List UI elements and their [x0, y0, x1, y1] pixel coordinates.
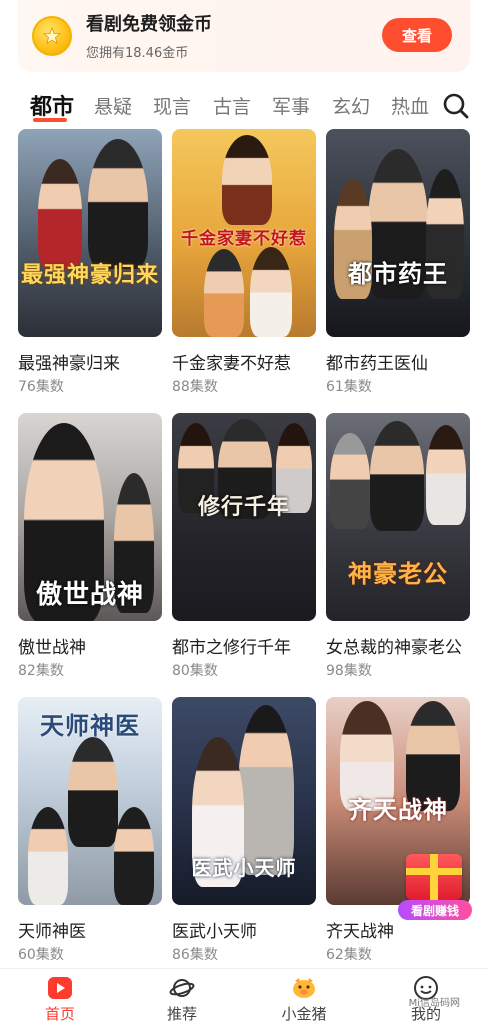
nav-label: 小金猪: [281, 1005, 327, 1023]
drama-poster[interactable]: 天师神医: [18, 697, 162, 905]
earn-money-badge[interactable]: 看剧赚钱: [398, 854, 472, 920]
gift-box-icon: [406, 854, 462, 900]
drama-poster[interactable]: 千金家妻不好惹: [172, 129, 316, 337]
tab-junshi[interactable]: 军事: [272, 92, 310, 119]
episode-count: 86集数: [172, 947, 218, 963]
planet-icon: [169, 979, 195, 997]
tab-xuanhuan[interactable]: 玄幻: [332, 92, 370, 119]
drama-title: 天师神医: [18, 922, 86, 942]
drama-poster[interactable]: 傲世战神: [18, 413, 162, 621]
drama-title: 傲世战神: [18, 638, 86, 658]
view-coins-button[interactable]: 查看: [382, 18, 452, 52]
drama-title: 千金家妻不好惹: [172, 354, 291, 374]
drama-title: 都市之修行千年: [172, 638, 291, 658]
episode-count: 60集数: [18, 947, 64, 963]
episode-count: 88集数: [172, 379, 218, 395]
poster-title-art: 医武小天师: [191, 856, 297, 880]
active-tab-indicator: [33, 118, 67, 122]
category-tabs: 都市 悬疑 现言 古言 军事 玄幻 热血: [0, 84, 488, 128]
nav-recommend[interactable]: 推荐: [142, 969, 222, 1024]
coin-icon: [32, 16, 72, 56]
drama-title: 都市药王医仙: [326, 354, 428, 374]
piggy-icon: [293, 978, 315, 998]
nav-label: 推荐: [166, 1005, 197, 1023]
coin-reward-banner[interactable]: 看剧免费领金币 您拥有18.46金币 查看: [18, 0, 470, 72]
earn-money-label: 看剧赚钱: [398, 900, 472, 920]
play-icon: [48, 977, 72, 999]
tab-dushi[interactable]: 都市: [30, 89, 74, 121]
drama-poster[interactable]: 修行千年: [172, 413, 316, 621]
poster-title-art: 神豪老公: [348, 559, 448, 588]
poster-title-art: 千金家妻不好惹: [181, 229, 307, 249]
tab-rexue[interactable]: 热血: [391, 92, 429, 119]
poster-title-art: 傲世战神: [35, 580, 144, 610]
poster-title-art: 修行千年: [197, 494, 290, 520]
episode-count: 61集数: [326, 379, 372, 395]
nav-home[interactable]: 首页: [20, 969, 100, 1024]
drama-poster[interactable]: 医武小天师: [172, 697, 316, 905]
poster-title-art: 天师神医: [40, 711, 140, 740]
episode-count: 82集数: [18, 663, 64, 679]
tab-guyan[interactable]: 古言: [213, 92, 251, 119]
episode-count: 76集数: [18, 379, 64, 395]
coin-balance: 您拥有18.46金币: [86, 46, 189, 61]
drama-poster[interactable]: 最强神豪归来: [18, 129, 162, 337]
episode-count: 98集数: [326, 663, 372, 679]
episode-count: 62集数: [326, 947, 372, 963]
drama-title: 最强神豪归来: [18, 354, 120, 374]
poster-title-art: 最强神豪归来: [20, 262, 159, 288]
poster-title-art: 齐天战神: [348, 795, 448, 824]
poster-title-art: 都市药王: [348, 259, 448, 288]
tab-xianyan[interactable]: 现言: [153, 92, 191, 119]
nav-piggy[interactable]: 小金猪: [264, 969, 344, 1024]
drama-title: 医武小天师: [172, 922, 257, 942]
episode-count: 80集数: [172, 663, 218, 679]
search-icon[interactable]: [442, 92, 470, 120]
drama-title: 女总裁的神豪老公: [326, 638, 462, 658]
drama-poster[interactable]: 都市药王: [326, 129, 470, 337]
banner-title: 看剧免费领金币: [86, 14, 212, 35]
nav-label: 首页: [44, 1005, 75, 1023]
tab-xuanyi[interactable]: 悬疑: [94, 92, 132, 119]
app-page: 看剧免费领金币 您拥有18.46金币 查看 都市 悬疑 现言 古言 军事 玄幻 …: [0, 0, 488, 1024]
watermark-text: Mi信岛码网: [408, 998, 460, 1009]
drama-poster[interactable]: 神豪老公: [326, 413, 470, 621]
drama-title: 齐天战神: [326, 922, 394, 942]
